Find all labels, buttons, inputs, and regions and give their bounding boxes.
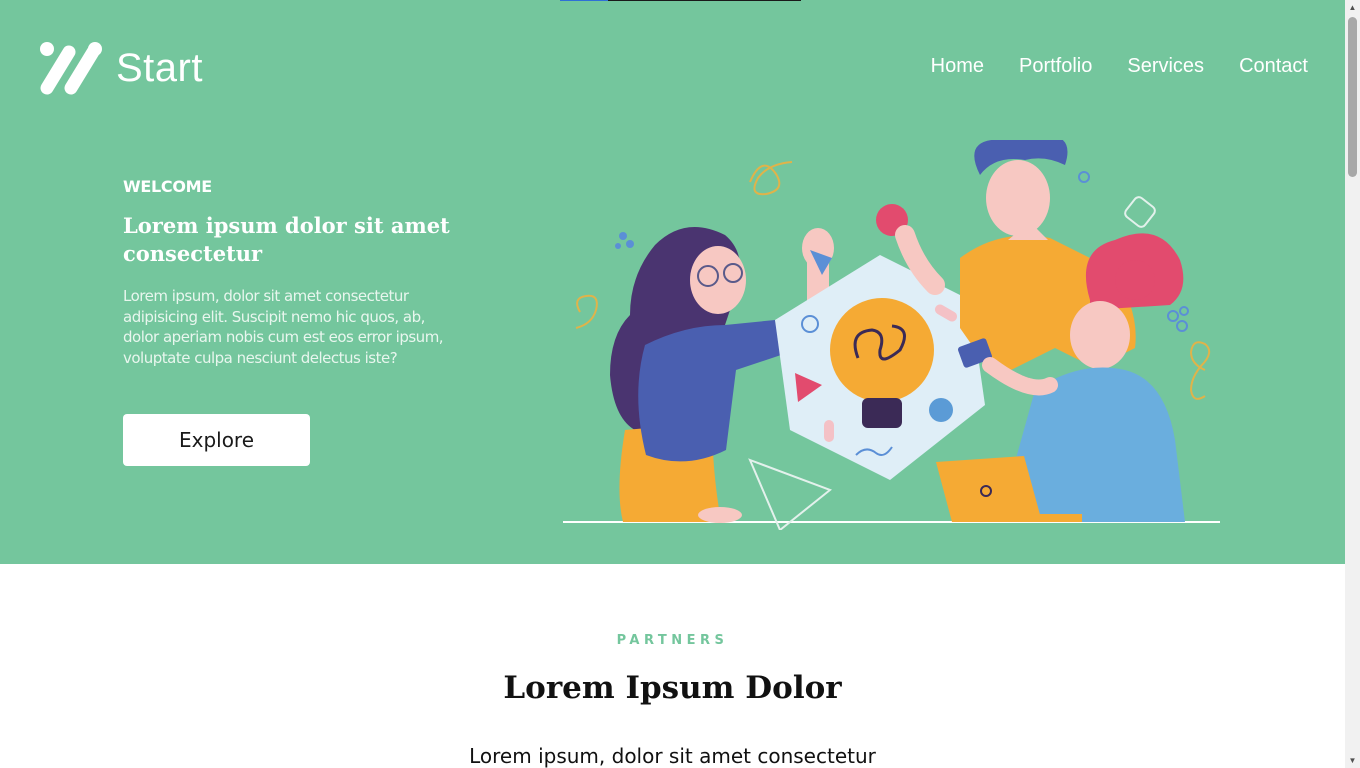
partners-text: Lorem ipsum, dolor sit amet consectetur bbox=[469, 744, 876, 768]
logo-text: Start bbox=[116, 45, 203, 90]
hero-section: Start Home Portfolio Services Contact WE… bbox=[0, 0, 1345, 564]
team-brainstorm-illustration bbox=[563, 140, 1220, 530]
nav-services[interactable]: Services bbox=[1127, 55, 1204, 78]
page-progress-bar bbox=[560, 0, 801, 1]
partners-title: Lorem Ipsum Dolor bbox=[503, 670, 842, 706]
nav-home[interactable]: Home bbox=[931, 55, 984, 78]
nav-portfolio[interactable]: Portfolio bbox=[1019, 55, 1092, 78]
scroll-thumb[interactable] bbox=[1348, 17, 1357, 177]
logo[interactable]: Start bbox=[38, 40, 203, 96]
logo-mark-icon bbox=[40, 42, 102, 95]
partners-section bbox=[0, 564, 1345, 768]
hero-description: Lorem ipsum, dolor sit amet consectetur … bbox=[123, 287, 444, 367]
main-nav: Home Portfolio Services Contact bbox=[931, 55, 1308, 78]
nav-contact[interactable]: Contact bbox=[1239, 55, 1308, 78]
hero-eyebrow: WELCOME bbox=[123, 177, 212, 196]
page-progress-fill bbox=[560, 0, 608, 1]
partners-eyebrow: PARTNERS bbox=[616, 633, 729, 648]
vertical-scrollbar[interactable]: ▲ ▼ bbox=[1345, 0, 1360, 768]
scroll-up-arrow-icon[interactable]: ▲ bbox=[1345, 0, 1360, 15]
scroll-down-arrow-icon[interactable]: ▼ bbox=[1345, 753, 1360, 768]
explore-button[interactable]: Explore bbox=[123, 414, 310, 466]
hero-title: Lorem ipsum dolor sit amet consectetur bbox=[123, 213, 450, 266]
